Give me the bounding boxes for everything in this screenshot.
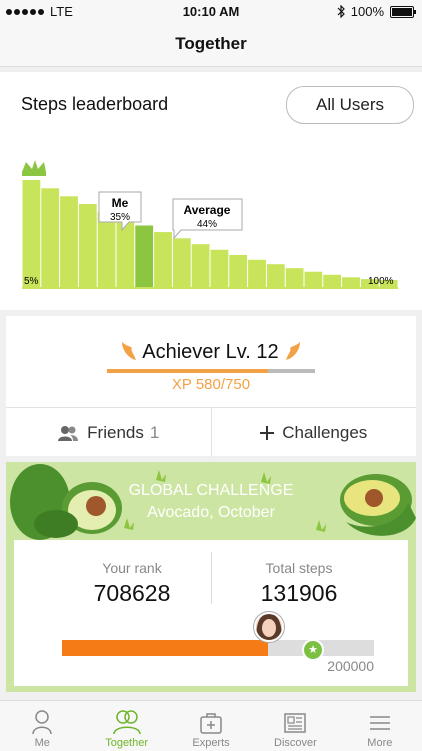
challenge-stats-panel: Your rank 708628 Total steps 131906 ★ 20… [14,540,408,686]
goal-value: 200000 [327,658,374,674]
leaderboard-bar [323,274,342,288]
friends-icon [58,425,79,441]
leaderboard-bar [229,254,248,288]
challenge-subtitle: Avocado, October [147,504,275,521]
rank-label: Your rank [102,560,162,576]
tab-experts[interactable]: Experts [169,701,253,751]
challenge-progress-fill [62,640,268,656]
leaderboard-bars [22,180,398,288]
xp-progress-fill [107,369,268,373]
steps-stat: Total steps 131906 [219,560,379,607]
me-label: Me [112,196,129,210]
crown-base [22,172,46,176]
nav-title: Together [0,24,422,67]
friends-button[interactable]: Friends 1 [6,408,211,457]
leaderboard-bar [285,268,304,288]
group-icon [112,710,141,735]
tab-me-label: Me [34,737,50,749]
right-wing-icon [286,342,301,360]
achiever-level-label: Achiever Lv. 12 [142,341,279,363]
achiever-level: Achiever Lv. 12 [6,340,416,364]
leaderboard-bar [154,232,172,288]
leaderboard-card: Steps leaderboard All Users Me 35% Avera… [0,72,422,310]
leaderboard-bar [22,180,41,288]
low-percentile-label: 5% [24,276,39,287]
left-wing-icon [121,342,136,360]
leaderboard-bar [60,196,78,288]
tab-more[interactable]: More [338,701,422,751]
tab-experts-label: Experts [192,737,230,749]
status-right: 100% [337,4,416,19]
person-icon [32,710,52,735]
status-bar: LTE 10:10 AM 100% [0,0,422,24]
challenges-button[interactable]: Challenges [210,408,417,457]
challenge-title: GLOBAL CHALLENGE [128,482,294,499]
challenge-progress-bar [62,640,374,656]
leaderboard-bar [116,218,135,288]
bluetooth-icon [337,5,345,18]
leaderboard-chart: Me 35% Average 44% 5% 100% [22,160,398,289]
high-percentile-label: 100% [368,276,394,287]
challenges-label: Challenges [282,422,368,442]
xp-text: XP 580/750 [171,376,251,393]
social-row: Friends 1 Challenges [6,407,416,457]
crown-icon [22,160,46,172]
avatar [254,612,284,642]
leaderboard-bar [191,244,210,288]
battery-percent: 100% [350,4,384,19]
leaderboard-bar [41,188,60,288]
xp-progress-bar [107,369,315,373]
newspaper-icon [284,713,307,733]
tab-together-label: Together [105,737,149,749]
average-label: Average [184,203,231,217]
tab-discover-label: Discover [274,737,317,749]
leaderboard-bar [266,264,285,288]
steps-label: Total steps [265,560,333,576]
friends-label: Friends [87,422,144,442]
battery-icon [390,5,416,18]
leaderboard-bar [304,271,323,288]
leaderboard-bar [210,249,229,288]
leaderboard-bar [342,277,360,288]
rank-value: 708628 [93,580,171,606]
friends-count: 1 [149,422,160,442]
leaderboard-bar-me [135,225,154,288]
medical-kit-icon [200,713,222,734]
tab-me[interactable]: Me [0,701,84,751]
tab-bar: Me Together Experts Discover More [0,700,422,751]
leaderboard-bar [172,238,191,288]
tab-more-label: More [367,737,393,749]
leaderboard-bar [78,204,97,288]
menu-icon [369,716,390,730]
rank-stat: Your rank 708628 [52,560,212,607]
average-callout: Average 44% [172,198,243,240]
leaderboard-bar [248,259,266,288]
global-challenge-card[interactable]: GLOBAL CHALLENGE Avocado, October Your r… [6,462,416,692]
tab-together[interactable]: Together [84,701,168,751]
average-percent: 44% [197,219,217,230]
plus-icon [260,425,275,440]
me-percent: 35% [110,212,130,223]
steps-value: 131906 [260,580,338,606]
stats-divider [211,552,212,604]
tab-discover[interactable]: Discover [253,701,337,751]
achiever-card: Achiever Lv. 12 XP 580/750 Friends 1 Cha… [6,316,416,457]
